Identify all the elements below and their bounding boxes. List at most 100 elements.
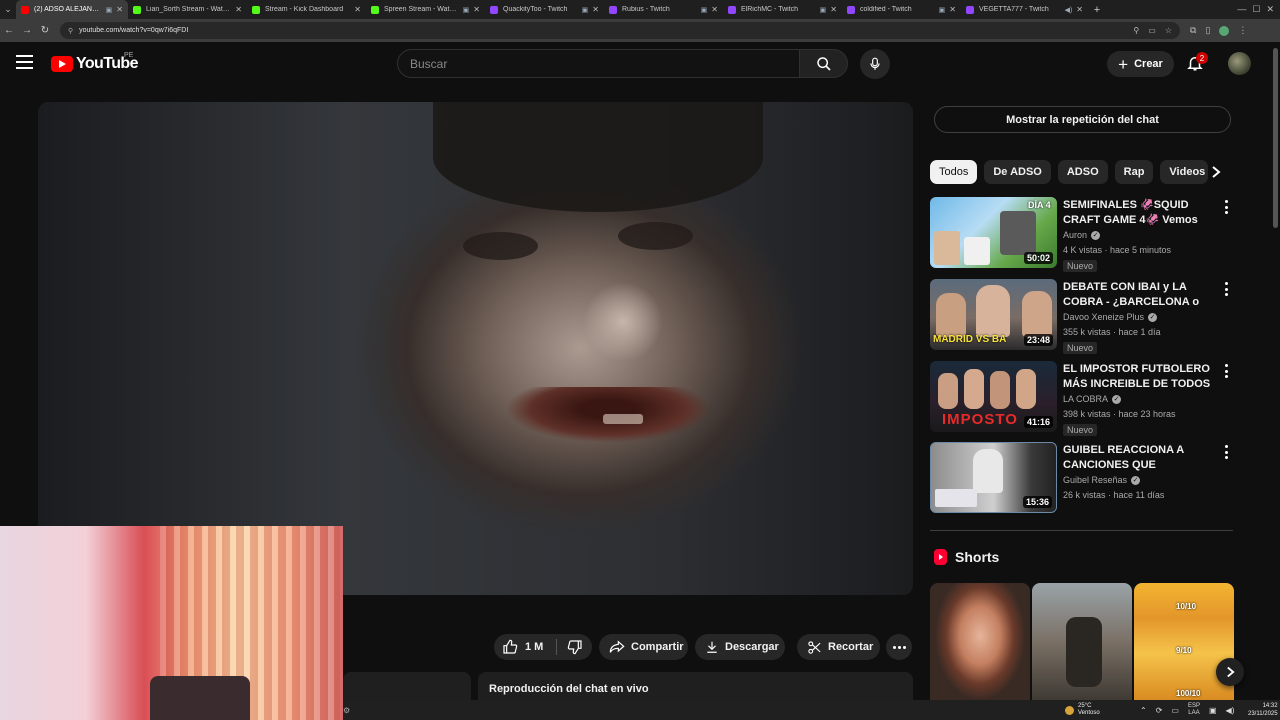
browser-tab[interactable]: coldified - Twitch ▣ ✕ [842,0,961,19]
create-button[interactable]: + Crear [1107,51,1174,77]
tab-close-icon[interactable]: ✕ [354,5,361,14]
minimize-icon[interactable]: — [1237,4,1246,15]
extensions-icon[interactable]: ⧉ [1190,25,1196,36]
browser-tab[interactable]: Rubius - Twitch ▣ ✕ [604,0,723,19]
chip-rap[interactable]: Rap [1114,160,1154,184]
video-menu-icon[interactable] [1223,445,1229,459]
tab-search-icon[interactable]: ⌄ [0,0,16,19]
close-window-icon[interactable]: ✕ [1266,4,1274,15]
tab-close-icon[interactable]: ✕ [116,5,123,14]
channel-name[interactable]: Auron ✓ [1063,230,1101,240]
network-icon[interactable]: ⟳ [1156,706,1163,715]
back-icon[interactable]: ← [0,25,18,36]
reload-icon[interactable]: ↻ [36,25,54,36]
tab-audio-icon[interactable]: ▣ [939,6,946,14]
tab-audio-icon[interactable]: ▣ [582,6,589,14]
tab-audio-icon[interactable]: ▣ [106,6,113,14]
tab-close-icon[interactable]: ✕ [1076,5,1083,14]
browser-tab[interactable]: QuackityToo - Twitch ▣ ✕ [485,0,604,19]
browser-menu-icon[interactable]: ⋮ [1238,25,1247,36]
channel-name[interactable]: Davoo Xeneize Plus ✓ [1063,312,1158,322]
recommended-video[interactable]: 15:36 GUIBEL REACCIONA A CANCIONES QUE R… [930,442,1235,515]
shorts-next-button[interactable] [1216,658,1244,686]
notifications-button[interactable]: 2 [1186,52,1208,74]
taskbar-app-icon[interactable]: ⚙ [343,706,353,715]
description-panel[interactable] [343,672,471,700]
avatar[interactable] [1228,52,1251,75]
video-menu-icon[interactable] [1223,200,1229,214]
video-thumbnail[interactable]: 15:36 [930,442,1057,513]
video-title[interactable]: DEBATE CON IBAI y LA COBRA - ¿BARCELONA … [1063,280,1218,310]
url-field[interactable]: ⚲ youtube.com/watch?v=0qw7i6qFDI ⚲ ▭ ☆ [60,22,1180,39]
video-thumbnail[interactable]: MADRID VS BA 23:48 [930,279,1057,350]
like-button[interactable]: 1 M [494,639,556,655]
recommended-video[interactable]: DÍA 4 50:02 SEMIFINALES 🦑SQUID CRAFT GAM… [930,197,1235,272]
tab-audio-icon[interactable]: ▣ [820,6,827,14]
video-title[interactable]: EL IMPOSTOR FUTBOLERO MÁS INCREIBLE DE T… [1063,362,1218,392]
tab-audio-icon[interactable]: ▣ [463,6,470,14]
search-input[interactable] [397,49,800,78]
sidebar-icon[interactable]: ▯ [1205,25,1210,36]
recommended-video[interactable]: IMPOSTO 41:16 EL IMPOSTOR FUTBOLERO MÁS … [930,361,1235,436]
show-chat-replay-button[interactable]: Mostrar la repetición del chat [934,106,1231,133]
channel-name[interactable]: Guibel Reseñas ✓ [1063,475,1141,485]
maximize-icon[interactable]: ☐ [1252,4,1260,15]
dislike-button[interactable] [557,639,592,655]
video-title[interactable]: SEMIFINALES 🦑SQUID CRAFT GAME 4🦑 Vemos t… [1063,198,1218,228]
clip-button[interactable]: Recortar [797,634,880,660]
more-actions-button[interactable] [886,634,912,660]
tab-close-icon[interactable]: ✕ [235,5,242,14]
chips-next-button[interactable] [1204,160,1228,184]
video-menu-icon[interactable] [1223,282,1229,296]
speaker-icon[interactable]: ◀) [1226,706,1235,715]
tab-close-icon[interactable]: ✕ [830,5,837,14]
live-chat-replay-panel[interactable]: Reproducción del chat en vivo [478,672,913,700]
weather-widget[interactable]: 25°C Ventoso [1065,700,1100,720]
cast-icon[interactable]: ▭ [1148,26,1156,35]
short-thumbnail[interactable] [930,583,1030,700]
chevron-up-icon[interactable]: ⌃ [1140,706,1147,715]
youtube-logo[interactable]: YouTube PE [51,52,138,73]
browser-tab[interactable]: ElRichMC - Twitch ▣ ✕ [723,0,842,19]
search-button[interactable] [800,49,848,78]
tab-close-icon[interactable]: ✕ [711,5,718,14]
forward-icon[interactable]: → [18,25,36,36]
chip-videos[interactable]: Videos r [1160,160,1209,184]
voice-search-button[interactable] [860,49,890,79]
chip-adso[interactable]: ADSO [1057,160,1108,184]
video-thumbnail[interactable]: IMPOSTO 41:16 [930,361,1057,432]
browser-tab[interactable]: Lian_Sorth Stream - Watch Live ✕ [128,0,247,19]
share-button[interactable]: Compartir [599,634,688,660]
profile-icon[interactable] [1219,25,1230,36]
tab-speaker-icon[interactable]: ◀) [1065,6,1073,14]
browser-tab[interactable]: VEGETTA777 - Twitch ◀) ✕ [961,0,1088,19]
display-icon[interactable]: ▭ [1171,706,1179,715]
channel-name[interactable]: LA COBRA ✓ [1063,394,1122,404]
tab-audio-icon[interactable]: ▣ [701,6,708,14]
monitor-icon[interactable]: ▣ [1209,706,1217,715]
site-info-icon[interactable]: ⚲ [68,27,73,35]
video-player[interactable] [38,102,913,595]
zoom-icon[interactable]: ⚲ [1133,26,1139,35]
tab-close-icon[interactable]: ✕ [473,5,480,14]
video-title[interactable]: GUIBEL REACCIONA A CANCIONES QUE ROMPIER… [1063,443,1218,473]
chip-todos[interactable]: Todos [930,160,978,184]
menu-icon[interactable] [16,55,33,69]
bookmark-star-icon[interactable]: ☆ [1165,26,1172,35]
language-indicator[interactable]: ESP LAA [1188,703,1200,717]
download-button[interactable]: Descargar [695,634,785,660]
browser-tab[interactable]: Spreen Stream - Watch Live ▣ ✕ [366,0,485,19]
system-clock[interactable]: 14:32 23/11/2025 [1248,702,1278,718]
short-thumbnail[interactable] [1032,583,1132,700]
video-thumbnail[interactable]: DÍA 4 50:02 [930,197,1057,268]
recommended-video[interactable]: MADRID VS BA 23:48 DEBATE CON IBAI y LA … [930,279,1235,354]
tab-close-icon[interactable]: ✕ [592,5,599,14]
page-scrollbar[interactable] [1273,48,1278,228]
browser-tab[interactable]: (2) ADSO ALEJANDRO - CO ▣ ✕ [16,0,128,19]
video-menu-icon[interactable] [1223,364,1229,378]
browser-tab[interactable]: Stream - Kick Dashboard ✕ [247,0,366,19]
new-tab-icon[interactable]: + [1088,4,1106,16]
short-thumbnail[interactable]: 10/10 9/10 100/10 [1134,583,1234,700]
chip-de-adso[interactable]: De ADSO [984,160,1051,184]
tab-close-icon[interactable]: ✕ [949,5,956,14]
